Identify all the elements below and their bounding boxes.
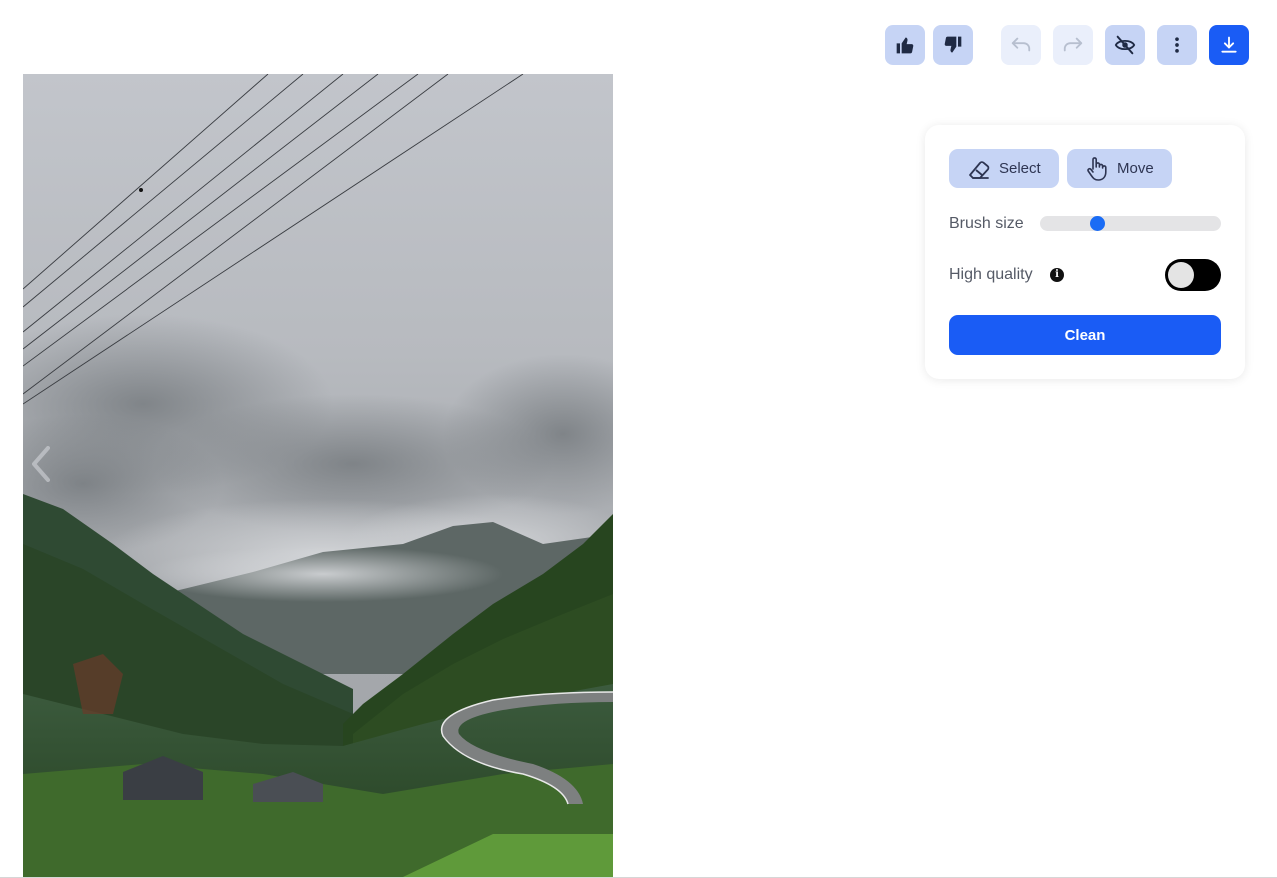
eye-off-icon bbox=[1114, 35, 1136, 55]
high-quality-toggle[interactable] bbox=[1165, 259, 1221, 291]
landscape-photo bbox=[23, 74, 613, 877]
thumbs-down-icon bbox=[944, 36, 962, 53]
undo-icon bbox=[1011, 37, 1031, 52]
clean-button[interactable]: Clean bbox=[949, 315, 1221, 355]
download-icon bbox=[1221, 36, 1237, 53]
download-button[interactable] bbox=[1209, 25, 1249, 65]
move-mode-label: Move bbox=[1117, 160, 1154, 177]
redo-icon bbox=[1063, 37, 1083, 52]
hand-pointer-icon bbox=[1085, 156, 1109, 181]
toggle-knob bbox=[1168, 262, 1194, 288]
eraser-icon bbox=[967, 157, 991, 181]
select-mode-button[interactable]: Select bbox=[949, 149, 1059, 188]
select-mode-label: Select bbox=[999, 160, 1041, 177]
more-vertical-icon bbox=[1175, 37, 1179, 53]
move-mode-button[interactable]: Move bbox=[1067, 149, 1172, 188]
brush-size-slider[interactable] bbox=[1040, 216, 1221, 231]
image-canvas[interactable] bbox=[23, 74, 613, 877]
more-options-button[interactable] bbox=[1157, 25, 1197, 65]
thumbs-down-button[interactable] bbox=[933, 25, 973, 65]
info-icon[interactable]: i bbox=[1050, 268, 1064, 282]
brush-size-thumb[interactable] bbox=[1090, 216, 1106, 231]
thumbs-up-icon bbox=[896, 37, 914, 54]
redo-button[interactable] bbox=[1053, 25, 1093, 65]
brush-size-label: Brush size bbox=[949, 215, 1024, 232]
high-quality-label: High quality bbox=[949, 266, 1033, 283]
toggle-visibility-button[interactable] bbox=[1105, 25, 1145, 65]
previous-image-icon[interactable] bbox=[26, 444, 58, 484]
undo-button[interactable] bbox=[1001, 25, 1041, 65]
thumbs-up-button[interactable] bbox=[885, 25, 925, 65]
tool-panel: Select Move Brush size High quality i Cl… bbox=[925, 125, 1245, 379]
